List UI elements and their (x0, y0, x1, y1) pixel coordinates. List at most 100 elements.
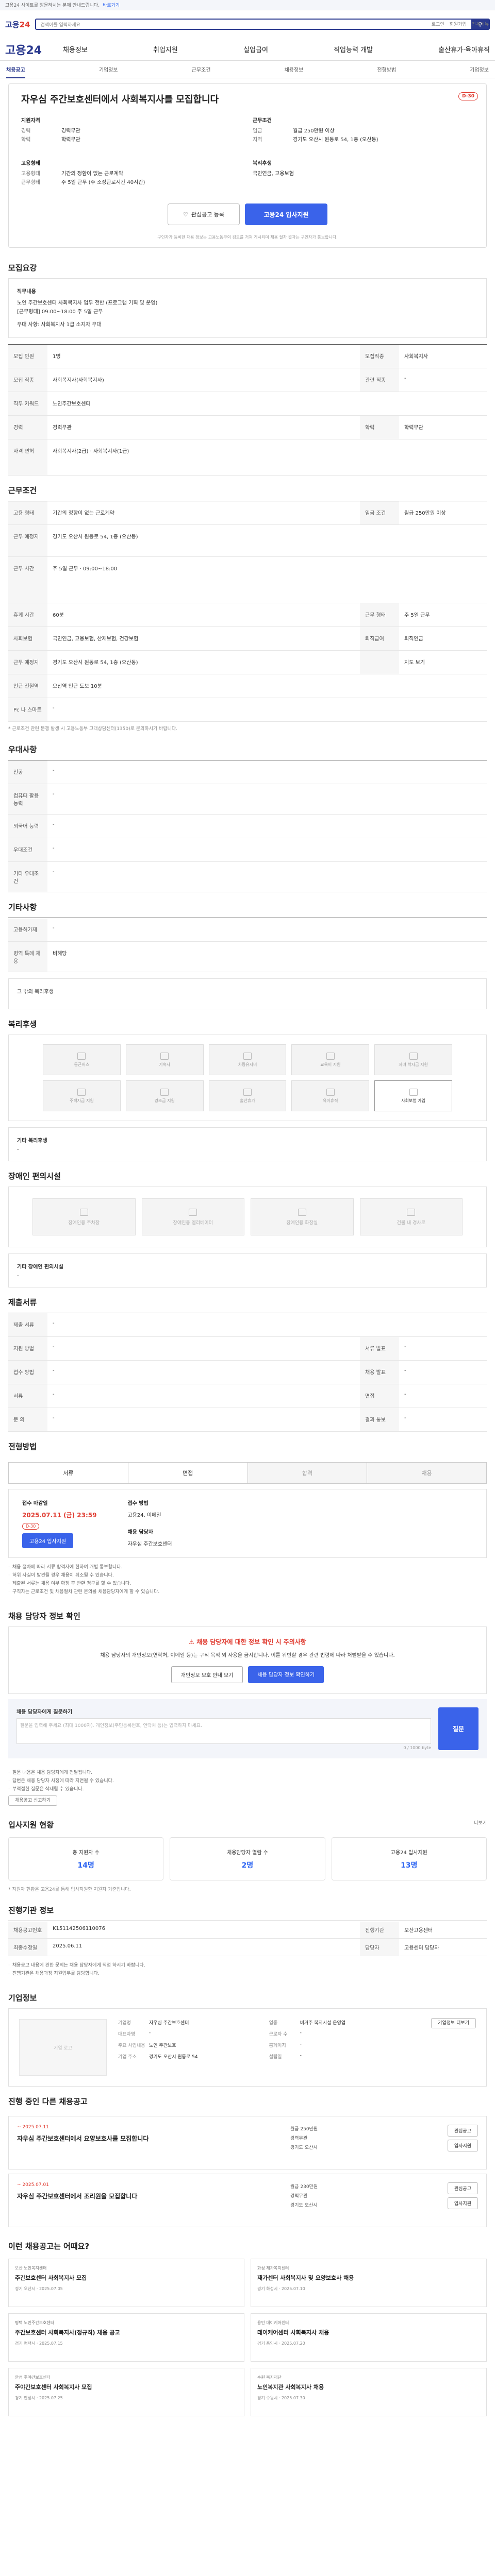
process-notes: 채용 절차에 따라 서류 합격자에 한하여 개별 통보합니다. 허위 사실이 발… (0, 1558, 495, 1601)
section-title-process: 전형방법 (8, 1442, 37, 1451)
apply-box: 접수 마감일 2025.07.11 (금) 23:59 D-30 고용24 입사… (8, 1489, 487, 1558)
contact-info-button[interactable]: 채용 담당자 정보 확인하기 (248, 1666, 324, 1683)
applicants-more[interactable]: 더보기 (474, 1819, 487, 1826)
login-link[interactable]: 로그인 (432, 21, 444, 28)
disabled-etc: 기타 장애인 편의시설 - (8, 1253, 487, 1287)
recommend-card[interactable]: 용인 데이케어센터 데이케어센터 사회복지사 채용 경기 용인시 · 2025.07… (251, 2313, 487, 2362)
signup-link[interactable]: 회원가입 (450, 21, 467, 28)
section-title-prefer: 우대사항 (8, 745, 37, 754)
menu-item-jobs[interactable]: 채용정보 (63, 44, 88, 54)
tab-4[interactable]: 전형방법 (377, 65, 396, 73)
due-date: 2025.07.11 (금) 23:59 (22, 1512, 97, 1519)
job-detail-box: 직무내용 노인 주간보호센터 사회복지사 업무 전반 (프로그램 기획 및 운영… (8, 278, 487, 338)
menu-item-training[interactable]: 직업능력 개발 (334, 44, 373, 54)
disabled-box: 장애인용 주차장 장애인용 엘리베이터 장애인용 화장실 건물 내 경사로 (8, 1187, 487, 1247)
history-table: 채용공고번호 K151142506110076 진행기관 오산고용센터 최종수정일 20… (8, 1921, 487, 1956)
company-logo: 기업 로고 (19, 2019, 107, 2076)
house-icon (77, 1088, 86, 1096)
welfare-box: 통근버스 기숙사 차량유지비 교육비 지원 자녀 학자금 지원 주택자금 지원 … (8, 1035, 487, 1121)
report-button[interactable]: 채용공고 신고하기 (8, 1795, 58, 1806)
prefer-table: 전공 - 컴퓨터 활용 능력 - 외국어 능력 - 우대조건 - 기타 우대조건 - (8, 760, 487, 892)
parking-icon (79, 1208, 88, 1216)
company-more-button[interactable]: 기업정보 더보기 (431, 2018, 476, 2028)
welfare-tile: 육아휴직 (291, 1080, 370, 1111)
welfare-tile: 출산휴가 (208, 1080, 287, 1111)
ongoing-item[interactable]: ~ 2025.07.01 자우심 주간보호센터에서 조리원을 모집합니다 월급 2… (8, 2174, 487, 2227)
welfare-tile-selected: 사회보험 가입 (374, 1080, 452, 1111)
save-job-button[interactable]: ♡ 관심공고 등록 (168, 204, 240, 225)
notice-text: 고용24 사이트를 방문하시는 분께 안내드립니다. (5, 3, 100, 8)
work-table: 고용 형태 기간의 정함이 없는 근로계약 임금 조건 월급 250만원 이상 근무 … (8, 501, 487, 722)
dday-badge: D-30 (458, 92, 478, 100)
question-textarea[interactable]: 질문을 입력해 주세요 (최대 1000자). 개인정보(주민등록번호, 연락처… (16, 1718, 431, 1744)
gift-icon (160, 1088, 169, 1096)
bus-icon (77, 1052, 86, 1060)
child-icon (326, 1088, 335, 1096)
recommend-card[interactable]: 수원 복지재단 노인복지관 사회복지사 채용 경기 수원시 · 2025.07.30 (251, 2368, 487, 2416)
step-2: 면접 (128, 1463, 248, 1483)
tab-3[interactable]: 채용정보 (284, 65, 303, 73)
recommend-card[interactable]: 화성 재가복지센터 재가센터 사회복지사 및 요양보호사 채용 경기 화성시 · 2… (251, 2259, 487, 2307)
company-box: 기업 로고 기업명 자우심 주간보호센터 업종 비거주 복지시설 운영업 대표자명 -… (8, 2008, 487, 2087)
summary-head: 복리후생 (253, 161, 272, 166)
welfare-etc: 기타 복리후생 - (8, 1127, 487, 1161)
warn-head: ⚠ 채용 담당자에 대한 정보 확인 시 주의사항 (189, 1638, 306, 1646)
tab-2[interactable]: 근무조건 (192, 65, 211, 73)
recommend-card[interactable]: 안성 주야간보호센터 주야간보호센터 사회복지사 모집 경기 안성시 · 2025.… (8, 2368, 244, 2416)
summary-head: 근무조건 (253, 118, 272, 124)
map-link[interactable]: 지도 보기 (399, 651, 487, 674)
wheelchair-icon (407, 1208, 416, 1216)
apply-button-2[interactable]: 고용24 입사지원 (22, 1533, 74, 1548)
section-tabs: 채용공고 기업정보 근무조건 채용정보 전형방법 기업정보 (0, 61, 495, 78)
section-title-company: 기업정보 (8, 1993, 37, 2003)
section-title-welfare: 복리후생 (8, 1020, 37, 1029)
applicant-stats: 총 지원자 수 14명 채용담당자 열람 수 2명 고용24 입사지원 13명 (0, 1835, 495, 1883)
privacy-button[interactable]: 개인정보 보호 안내 보기 (171, 1666, 243, 1683)
apply-button[interactable]: 고용24 입사지원 (245, 204, 327, 225)
step-1: 서류 (9, 1463, 128, 1483)
section-title-recommend: 이런 채용공고는 어때요? (8, 2242, 90, 2251)
menu-item-leave[interactable]: 출산휴가·육아휴직 (438, 44, 490, 54)
welfare-tile: 기숙사 (125, 1044, 204, 1075)
notice-link[interactable]: 바로가기 (103, 2, 120, 8)
welfare-tile: 교육비 지원 (291, 1044, 370, 1075)
save-job-button[interactable]: 관심공고 (447, 2125, 478, 2137)
section-title-recruit: 모집요강 (8, 263, 37, 273)
menu-item-benefit[interactable]: 실업급여 (243, 44, 268, 54)
toilet-icon (298, 1208, 306, 1216)
apply-button[interactable]: 입사지원 (447, 2197, 478, 2209)
recruit-table: 모집 인원 1명 모집직종 사회복지사 모집 직종 사회복지사(사회복지사) 관련 직종 -… (8, 344, 487, 476)
section-title-work: 근무조건 (8, 486, 37, 495)
section-title-disabled: 장애인 편의시설 (8, 1172, 61, 1181)
facility-tile: 장애인용 주차장 (32, 1198, 136, 1235)
menu-item-support[interactable]: 취업지원 (153, 44, 178, 54)
all-menu-link[interactable]: 전체메뉴 (472, 21, 489, 28)
tab-0[interactable]: 채용공고 (6, 65, 25, 78)
menu-home[interactable]: 고용24 (5, 41, 63, 58)
util-links: 로그인 회원가입 전체메뉴 (0, 21, 495, 28)
etc-more: 그 밖의 복리후생 (8, 978, 487, 1009)
tab-5[interactable]: 기업정보 (470, 65, 489, 73)
education-icon (326, 1052, 335, 1060)
facility-tile: 장애인용 화장실 (251, 1198, 354, 1235)
main-menu: 고용24 채용정보 취업지원 실업급여 직업능력 개발 출산휴가·육아휴직 (0, 38, 495, 61)
ongoing-item[interactable]: ~ 2025.07.11 자우심 주간보호센터에서 요양보호사를 모집합니다 월급… (8, 2116, 487, 2170)
recommend-card[interactable]: 평택 노인주간보호센터 주간보호센터 사회복지사(정규직) 채용 공고 경기 평택시… (8, 2313, 244, 2362)
section-title-docs: 제출서류 (8, 1298, 37, 1307)
question-submit[interactable]: 질문 (438, 1707, 478, 1750)
insurance-icon (409, 1088, 418, 1096)
alert-icon: ⚠ (189, 1638, 194, 1646)
welfare-tile: 차량유지비 (208, 1044, 287, 1075)
recommend-card[interactable]: 오산 노인복지센터 주간보호센터 사회복지사 모집 경기 오산시 · 2025.07… (8, 2259, 244, 2307)
page: 고용24 사이트를 방문하시는 분께 안내드립니다. 바로가기 고용24 검색어… (0, 0, 495, 2444)
save-job-button[interactable]: 관심공고 (447, 2182, 478, 2194)
job-summary-card: 자우심 주간보호센터에서 사회복지사를 모집합니다 D-30 지원자격 경력 경력무… (8, 83, 487, 248)
disclaimer: 구인자가 등록한 채용 정보는 고용노동부의 검토를 거쳐 게시되며 채용 절차… (157, 235, 338, 240)
notice-bar: 고용24 사이트를 방문하시는 분께 안내드립니다. 바로가기 (0, 0, 495, 10)
tab-1[interactable]: 기업정보 (99, 65, 118, 73)
welfare-tile: 주택자금 지원 (43, 1080, 121, 1111)
apply-button[interactable]: 입사지원 (447, 2140, 478, 2151)
welfare-tile: 자녀 학자금 지원 (374, 1044, 452, 1075)
dorm-icon (160, 1052, 169, 1060)
step-4: 채용 (367, 1463, 486, 1483)
